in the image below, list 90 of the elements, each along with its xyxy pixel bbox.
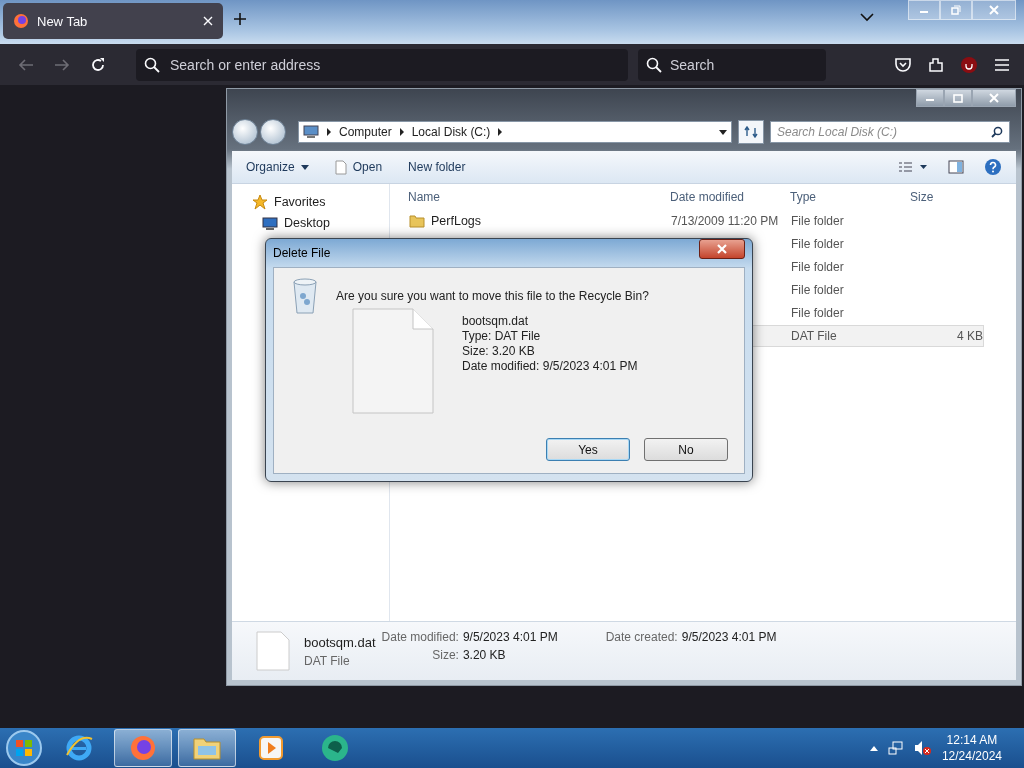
detail-value: 3.20 KB xyxy=(462,648,507,662)
dialog-question: Are you sure you want to move this file to the Recycle Bin? xyxy=(336,289,649,303)
browser-tab[interactable]: New Tab xyxy=(3,3,223,39)
view-options-icon[interactable] xyxy=(898,161,928,173)
close-button[interactable] xyxy=(699,239,745,259)
volume-muted-icon[interactable] xyxy=(913,740,932,756)
computer-icon xyxy=(303,125,319,139)
preview-pane-icon[interactable] xyxy=(948,160,964,174)
detail-label: Date created: xyxy=(605,630,678,644)
detail-value: 9/5/2023 4:01 PM xyxy=(681,630,777,644)
search-icon xyxy=(144,56,160,73)
size-cell: 4 KB xyxy=(957,329,983,343)
new-tab-icon[interactable] xyxy=(233,12,247,26)
type-cell: DAT File xyxy=(791,329,837,343)
reload-icon[interactable] xyxy=(90,56,106,73)
file-name: PerfLogs xyxy=(431,214,482,228)
folder-icon xyxy=(409,214,425,228)
toolbar-button[interactable]: Open xyxy=(334,159,383,175)
star-icon xyxy=(252,194,268,210)
detail-value: 9/5/2023 4:01 PM xyxy=(462,630,558,644)
column-header[interactable]: Name xyxy=(406,190,668,204)
close-icon xyxy=(989,93,999,103)
dialog-button[interactable]: No xyxy=(644,438,728,461)
column-header[interactable]: Size xyxy=(908,190,980,204)
file-info: Size: 3.20 KB xyxy=(462,344,536,358)
app-logo-icon xyxy=(320,733,350,763)
forward-button[interactable] xyxy=(260,119,286,145)
nav-item[interactable]: Desktop xyxy=(252,216,389,230)
start-button[interactable] xyxy=(4,729,44,767)
play-icon xyxy=(259,736,283,760)
restore-icon xyxy=(951,5,961,15)
file-name: bootsqm.dat xyxy=(462,314,530,328)
minimize-button[interactable] xyxy=(916,89,944,107)
extensions-icon[interactable] xyxy=(928,56,944,73)
desktop-icon xyxy=(262,216,278,230)
recycle-bin-icon xyxy=(292,278,318,314)
browser-e-icon xyxy=(64,733,94,763)
date-cell: 7/13/2009 11:20 PM xyxy=(671,214,779,228)
back-button[interactable] xyxy=(232,119,258,145)
search-field[interactable]: Search Local Disk (C:) xyxy=(770,121,1010,143)
chevron-down-icon[interactable] xyxy=(860,12,874,22)
search-field[interactable]: Search xyxy=(638,48,826,81)
breadcrumb[interactable]: Local Disk (C:) xyxy=(411,125,491,139)
taskbar-app[interactable] xyxy=(178,729,236,767)
close-icon[interactable] xyxy=(203,16,213,26)
folder-icon xyxy=(192,735,222,761)
close-icon xyxy=(989,5,999,15)
menu-icon[interactable] xyxy=(994,57,1010,72)
show-hidden-icon[interactable] xyxy=(869,745,878,751)
dialog-title: Delete File xyxy=(273,246,331,260)
search-icon xyxy=(646,56,662,73)
type-cell: File folder xyxy=(791,260,844,274)
firefox-icon xyxy=(129,734,157,762)
type-cell: File folder xyxy=(791,237,844,251)
dropdown-icon[interactable] xyxy=(719,129,727,135)
maximize-icon xyxy=(953,93,963,103)
file-info: Date modified: 9/5/2023 4:01 PM xyxy=(462,359,638,373)
toolbar-button[interactable]: New folder xyxy=(408,160,466,174)
file-type: DAT File xyxy=(304,653,351,668)
file-icon xyxy=(352,308,434,414)
address-field[interactable]: Search or enter address xyxy=(136,48,628,81)
taskbar-app[interactable] xyxy=(114,729,172,767)
detail-label: Date modified: xyxy=(381,630,459,644)
column-header[interactable]: Date modified xyxy=(668,190,788,204)
caret-icon xyxy=(300,164,309,170)
column-header[interactable]: Type xyxy=(788,190,908,204)
close-icon xyxy=(717,244,727,254)
dialog-button[interactable]: Yes xyxy=(546,438,630,461)
help-icon[interactable] xyxy=(984,158,1002,176)
toolbar-button[interactable]: Organize xyxy=(246,160,309,174)
pocket-icon[interactable] xyxy=(895,57,911,72)
file-icon xyxy=(334,159,347,175)
detail-label: Size: xyxy=(431,648,459,662)
refresh-icon xyxy=(744,126,758,138)
type-cell: File folder xyxy=(791,214,844,228)
file-icon xyxy=(256,631,290,671)
forward-icon[interactable] xyxy=(54,57,70,72)
shield-icon[interactable] xyxy=(961,56,977,73)
file-row[interactable]: PerfLogs 7/13/2009 11:20 PM File folder xyxy=(390,210,984,232)
firefox-icon xyxy=(13,13,29,29)
file-name: bootsqm.dat xyxy=(304,634,376,650)
clock[interactable]: 12:14 AM 12/24/2024 xyxy=(941,732,1002,764)
file-info: Type: DAT File xyxy=(462,329,542,343)
nav-item[interactable]: Favorites xyxy=(252,194,389,210)
refresh-button[interactable] xyxy=(738,120,764,144)
back-icon[interactable] xyxy=(18,57,34,72)
breadcrumb[interactable]: Computer xyxy=(339,125,392,139)
search-icon xyxy=(991,126,1003,138)
address-bar[interactable]: Computer Local Disk (C:) xyxy=(298,121,732,143)
network-icon[interactable] xyxy=(887,740,904,756)
